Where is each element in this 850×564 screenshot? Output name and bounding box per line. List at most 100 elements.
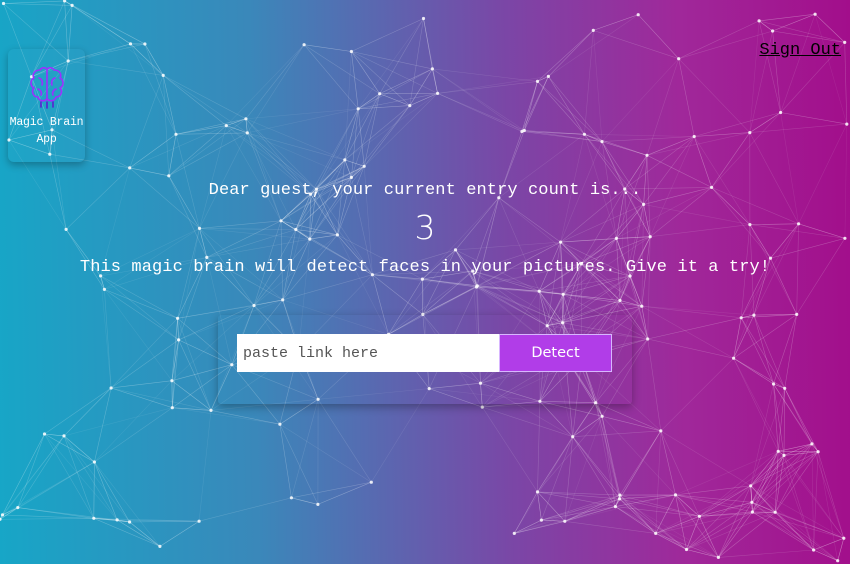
mesh-line <box>110 318 178 389</box>
mesh-node <box>618 298 622 303</box>
mesh-node <box>537 289 541 293</box>
mesh-line <box>94 461 161 547</box>
mesh-line <box>749 20 760 133</box>
mesh-line <box>71 5 164 76</box>
mesh-node <box>453 248 458 252</box>
mesh-line <box>647 338 734 359</box>
mesh-line <box>773 314 797 385</box>
mesh-line <box>144 43 177 135</box>
mesh-node <box>480 405 484 409</box>
mesh-line <box>660 430 700 517</box>
mesh-line <box>432 68 523 132</box>
mesh-node <box>812 548 816 552</box>
mesh-node <box>692 134 696 139</box>
mesh-node <box>654 531 658 536</box>
mesh-node <box>546 74 551 78</box>
mesh-line <box>758 20 781 113</box>
mesh-line <box>784 314 797 389</box>
mesh-line <box>524 130 585 135</box>
mesh-line <box>646 58 679 156</box>
mesh-line <box>168 132 248 177</box>
mesh-line <box>752 511 814 551</box>
mesh-line <box>548 14 639 77</box>
mesh-line <box>750 485 838 561</box>
mesh-line <box>601 58 679 142</box>
mesh-node <box>475 284 479 288</box>
mesh-line <box>660 357 734 432</box>
mesh-line <box>44 433 95 519</box>
mesh-line <box>537 401 541 492</box>
mesh-line <box>751 502 814 551</box>
mesh-node <box>783 386 787 390</box>
mesh-line <box>601 416 676 496</box>
mesh-line <box>129 125 227 169</box>
mesh-node <box>115 518 119 522</box>
mesh-node <box>618 497 622 501</box>
mesh-node <box>278 422 282 426</box>
mesh-node <box>128 166 132 170</box>
mesh-node <box>813 12 817 16</box>
mesh-line <box>437 76 549 94</box>
mesh-line <box>116 519 161 547</box>
mesh-node <box>167 174 171 178</box>
mesh-line <box>129 521 161 547</box>
mesh-line <box>226 44 305 126</box>
mesh-node <box>750 510 755 514</box>
mesh-node <box>795 312 799 316</box>
mesh-line <box>564 521 656 534</box>
mesh-node <box>659 429 663 433</box>
mesh-node <box>209 408 213 412</box>
mesh-line <box>247 44 305 134</box>
mesh-line <box>111 387 173 408</box>
mesh-node <box>176 316 180 320</box>
mesh-node <box>842 536 846 540</box>
mesh-node <box>582 132 587 136</box>
mesh-line <box>514 436 573 534</box>
mesh-line <box>351 18 424 52</box>
mesh-line <box>110 339 179 389</box>
mesh-node <box>750 500 754 504</box>
mesh-node <box>244 117 248 121</box>
mesh-node <box>316 502 320 506</box>
mesh-line <box>129 520 200 523</box>
mesh-line <box>711 132 751 188</box>
mesh-line <box>783 388 785 456</box>
mesh-line <box>537 491 542 521</box>
sign-out-link[interactable]: Sign Out <box>759 41 841 60</box>
mesh-line <box>564 416 603 522</box>
mesh-node <box>677 57 681 61</box>
image-url-input[interactable] <box>237 334 499 372</box>
mesh-line <box>548 30 594 77</box>
mesh-line <box>409 18 424 106</box>
mesh-line <box>773 383 813 445</box>
mesh-line <box>100 275 178 319</box>
mesh-line <box>641 305 742 319</box>
mesh-line <box>537 81 585 135</box>
mesh-node <box>356 107 360 111</box>
detect-button[interactable]: Detect <box>499 334 612 372</box>
mesh-line <box>226 125 248 134</box>
mesh-line <box>3 3 73 6</box>
mesh-node <box>1 1 6 6</box>
particle-mesh-background <box>0 0 849 563</box>
mesh-line <box>129 134 177 169</box>
mesh-node <box>102 287 106 291</box>
mesh-line <box>198 410 212 522</box>
mesh-node <box>600 414 604 418</box>
mesh-node <box>128 42 133 46</box>
mesh-line <box>718 549 814 558</box>
app-logo: Magic Brain App <box>8 49 85 162</box>
mesh-line <box>344 93 438 161</box>
mesh-line <box>595 402 616 507</box>
mesh-line <box>3 0 65 4</box>
mesh-node <box>642 202 646 206</box>
entry-count-greeting: Dear guest, your current entry count is.… <box>208 181 642 200</box>
mesh-line <box>379 18 424 94</box>
mesh-line <box>537 30 594 82</box>
mesh-line <box>63 387 112 437</box>
mesh-node <box>561 292 565 296</box>
mesh-line <box>615 494 676 507</box>
mesh-line <box>177 318 179 340</box>
mesh-node <box>613 505 618 509</box>
mesh-node <box>673 493 678 497</box>
